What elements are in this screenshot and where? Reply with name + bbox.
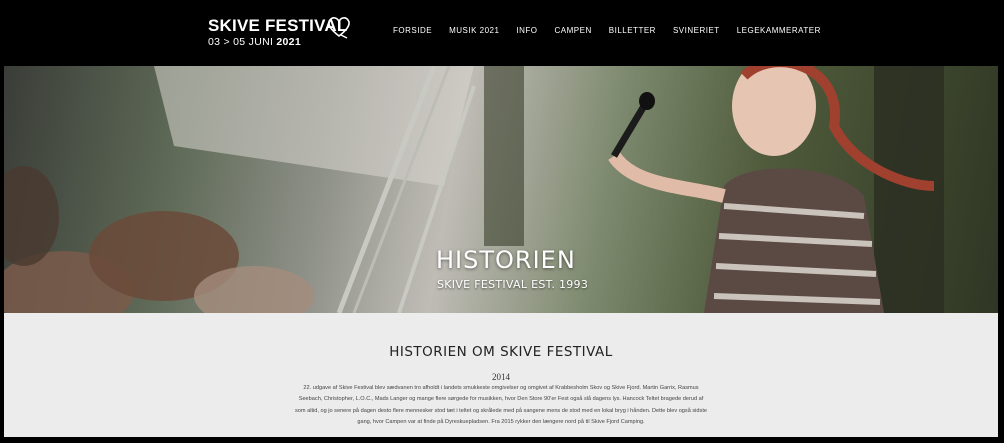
logo-dates-range: 03 > 05 JUNI — [208, 36, 274, 48]
frame-bottom — [0, 437, 1004, 443]
festival-logo[interactable]: SKIVE FESTIVAL 03 > 05 JUNI 2021 — [208, 17, 350, 49]
nav-item-musik[interactable]: MUSIK 2021 — [449, 26, 499, 35]
nav-item-billetter[interactable]: BILLETTER — [609, 26, 656, 35]
hero-title: HISTORIEN — [436, 246, 576, 274]
logo-dates-year: 2021 — [276, 36, 301, 48]
nav-item-svineriet[interactable]: SVINERIET — [673, 26, 720, 35]
hero-banner: HISTORIEN SKIVE FESTIVAL EST. 1993 — [4, 66, 998, 313]
section-heading: HISTORIEN OM SKIVE FESTIVAL — [389, 344, 613, 360]
year-heading: 2014 — [492, 372, 510, 382]
nav-item-info[interactable]: INFO — [516, 26, 537, 35]
history-paragraph: 22. udgave af Skive Festival blev sædvan… — [294, 385, 707, 425]
main-nav: FORSIDE MUSIK 2021 INFO CAMPEN BILLETTER… — [393, 26, 838, 35]
hero-photo — [4, 66, 944, 313]
nav-item-legekammerater[interactable]: LEGEKAMMERATER — [737, 26, 821, 35]
hero-subtitle: SKIVE FESTIVAL EST. 1993 — [437, 278, 589, 291]
nav-item-campen[interactable]: CAMPEN — [555, 26, 592, 35]
history-section: HISTORIEN OM SKIVE FESTIVAL 2014 22. udg… — [4, 313, 998, 437]
heart-icon — [328, 17, 350, 39]
nav-item-forside[interactable]: FORSIDE — [393, 26, 432, 35]
site-header: SKIVE FESTIVAL 03 > 05 JUNI 2021 FORSIDE… — [0, 0, 1004, 66]
